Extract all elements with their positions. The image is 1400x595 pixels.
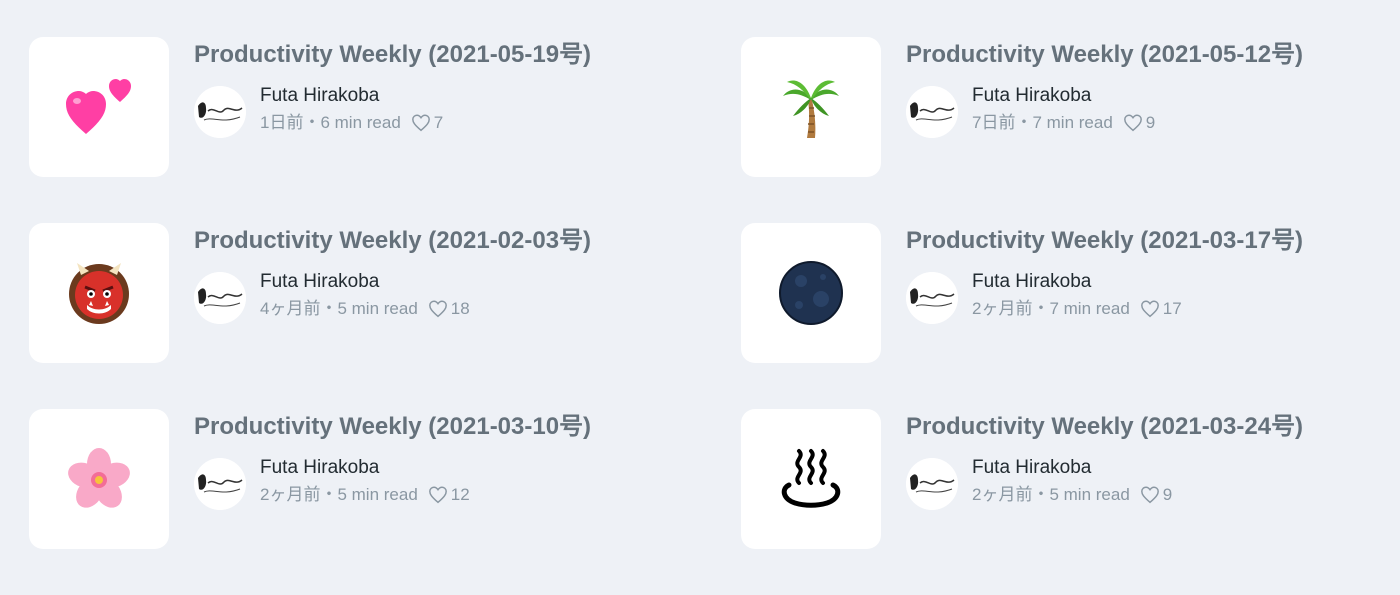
- read-time: 5 min read: [337, 484, 418, 504]
- like-number: 9: [1145, 112, 1156, 132]
- heart-icon: [428, 299, 447, 317]
- new-moon-icon: [779, 261, 843, 325]
- author-name[interactable]: Futa Hirakoba: [972, 270, 1182, 294]
- like-number: 12: [450, 484, 470, 504]
- author-name[interactable]: Futa Hirakoba: [260, 270, 470, 294]
- separator: ・: [1032, 484, 1050, 504]
- article-emoji-tile[interactable]: [741, 409, 881, 549]
- heart-icon: [411, 113, 430, 131]
- article-title[interactable]: Productivity Weekly (2021-05-12号): [906, 41, 1303, 69]
- palm-tree-icon: [783, 80, 839, 138]
- author-name[interactable]: Futa Hirakoba: [260, 84, 443, 108]
- article-emoji-tile[interactable]: [29, 37, 169, 177]
- published-date: 1日前: [260, 112, 304, 132]
- article-card[interactable]: Productivity Weekly (2021-03-17号) Futa H…: [741, 223, 1391, 409]
- read-time: 7 min read: [1032, 112, 1113, 132]
- author-avatar[interactable]: [906, 272, 958, 324]
- hot-springs-icon: [781, 449, 841, 508]
- heart-icon: [1123, 113, 1142, 131]
- separator: ・: [303, 112, 321, 132]
- avatar-image: [906, 272, 958, 324]
- author-avatar[interactable]: [194, 272, 246, 324]
- avatar-image: [194, 86, 246, 138]
- author-avatar[interactable]: [194, 86, 246, 138]
- read-time: 5 min read: [337, 298, 418, 318]
- like-count[interactable]: 17: [1140, 297, 1182, 321]
- separator: ・: [320, 484, 338, 504]
- article-card[interactable]: Productivity Weekly (2021-05-19号) Futa H…: [29, 37, 741, 223]
- like-count[interactable]: 9: [1123, 111, 1155, 135]
- heart-icon: [1140, 299, 1159, 317]
- avatar-image: [906, 458, 958, 510]
- published-date: 2ヶ月前: [260, 484, 321, 504]
- article-card[interactable]: Productivity Weekly (2021-05-12号) Futa H…: [741, 37, 1391, 223]
- article-card[interactable]: Productivity Weekly (2021-02-03号) Futa H…: [29, 223, 741, 409]
- like-count[interactable]: 18: [428, 297, 470, 321]
- read-time: 5 min read: [1049, 484, 1130, 504]
- like-count[interactable]: 9: [1140, 483, 1172, 507]
- published-date: 7日前: [972, 112, 1016, 132]
- like-number: 18: [450, 298, 470, 318]
- separator: ・: [1032, 298, 1050, 318]
- published-date: 2ヶ月前: [972, 484, 1033, 504]
- avatar-image: [194, 272, 246, 324]
- article-card[interactable]: Productivity Weekly (2021-03-10号) Futa H…: [29, 409, 741, 595]
- avatar-image: [194, 458, 246, 510]
- separator: ・: [1015, 112, 1033, 132]
- like-count[interactable]: 7: [411, 111, 443, 135]
- article-card[interactable]: Productivity Weekly (2021-03-24号) Futa H…: [741, 409, 1391, 595]
- author-name[interactable]: Futa Hirakoba: [260, 456, 470, 480]
- like-number: 17: [1162, 298, 1182, 318]
- article-title[interactable]: Productivity Weekly (2021-02-03号): [194, 227, 591, 255]
- article-title[interactable]: Productivity Weekly (2021-05-19号): [194, 41, 591, 69]
- article-emoji-tile[interactable]: [29, 409, 169, 549]
- article-title[interactable]: Productivity Weekly (2021-03-10号): [194, 413, 591, 441]
- article-title[interactable]: Productivity Weekly (2021-03-17号): [906, 227, 1303, 255]
- article-title[interactable]: Productivity Weekly (2021-03-24号): [906, 413, 1303, 441]
- like-number: 9: [1162, 484, 1173, 504]
- author-avatar[interactable]: [906, 86, 958, 138]
- author-name[interactable]: Futa Hirakoba: [972, 84, 1155, 108]
- article-emoji-tile[interactable]: [741, 223, 881, 363]
- published-date: 4ヶ月前: [260, 298, 321, 318]
- read-time: 6 min read: [320, 112, 401, 132]
- like-count[interactable]: 12: [428, 483, 470, 507]
- published-date: 2ヶ月前: [972, 298, 1033, 318]
- author-avatar[interactable]: [906, 458, 958, 510]
- read-time: 7 min read: [1049, 298, 1130, 318]
- article-grid: Productivity Weekly (2021-05-19号) Futa H…: [29, 37, 1391, 595]
- two-hearts-icon: [66, 79, 131, 134]
- author-name[interactable]: Futa Hirakoba: [972, 456, 1172, 480]
- cherry-blossom-icon: [68, 448, 130, 508]
- like-number: 7: [433, 112, 444, 132]
- article-emoji-tile[interactable]: [741, 37, 881, 177]
- heart-icon: [1140, 485, 1159, 503]
- heart-icon: [428, 485, 447, 503]
- author-avatar[interactable]: [194, 458, 246, 510]
- separator: ・: [320, 298, 338, 318]
- article-emoji-tile[interactable]: [29, 223, 169, 363]
- ogre-icon: [69, 263, 129, 324]
- avatar-image: [906, 86, 958, 138]
